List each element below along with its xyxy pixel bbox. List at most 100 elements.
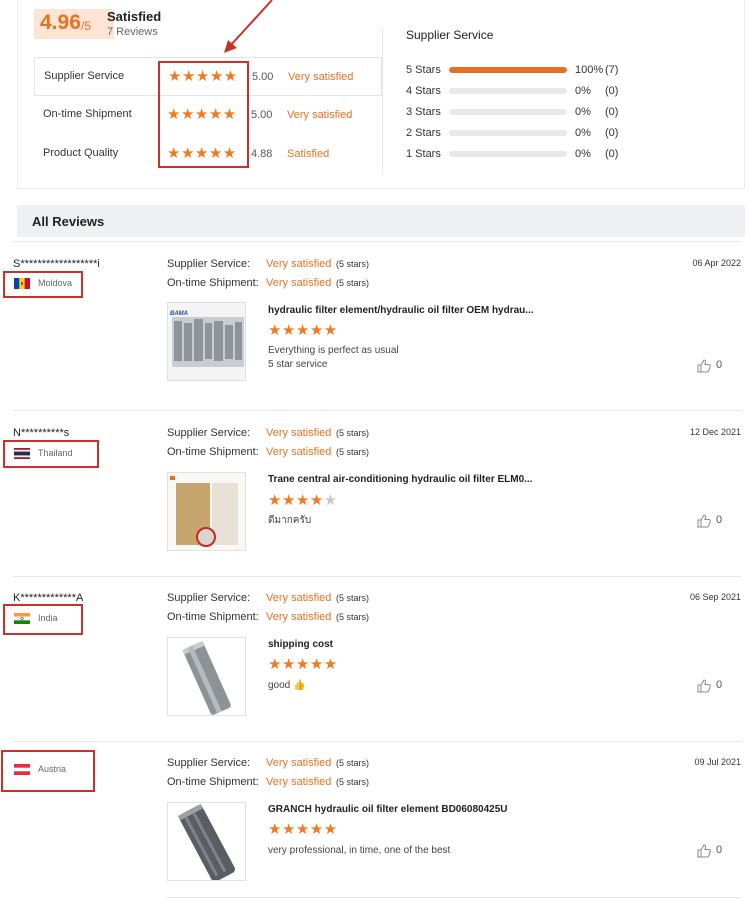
like-count: 0 — [716, 679, 723, 691]
supplier-service-value: Very satisfied — [266, 592, 332, 604]
all-reviews-title: All Reviews — [32, 214, 105, 229]
review-comment: ดีมากครับ — [268, 514, 311, 528]
filter-elements-image: BAMA — [168, 303, 245, 380]
breakdown-bar — [449, 67, 567, 73]
review-comment: very professional, in time, one of the b… — [268, 844, 450, 858]
review-comment: Everything is perfect as usual 5 star se… — [268, 344, 399, 372]
breakdown-percent: 0% — [575, 127, 591, 139]
rating-label: Supplier Service — [44, 70, 125, 82]
product-thumbnail[interactable] — [167, 802, 246, 881]
supplier-service-value: Very satisfied — [266, 427, 332, 439]
product-title[interactable]: Trane central air-conditioning hydraulic… — [268, 474, 533, 485]
cylinder-filter-image — [168, 638, 245, 715]
breakdown-title: Supplier Service — [406, 28, 494, 42]
like-button[interactable]: 0 — [697, 844, 722, 861]
review-divider — [13, 410, 741, 411]
rating-value: 5.00 — [251, 109, 273, 121]
annotation-box-country — [1, 750, 95, 792]
breakdown-count: (0) — [605, 127, 619, 139]
star-icon: ★★★★★ — [268, 322, 338, 339]
review-divider — [167, 897, 741, 898]
annotation-arrow — [224, 0, 273, 53]
star-breakdown: 5 Stars 100% (7) 4 Stars 0% (0) 3 Stars … — [406, 63, 666, 168]
review-date: 06 Apr 2022 — [692, 258, 741, 268]
breakdown-bar — [449, 109, 567, 115]
product-title[interactable]: hydraulic filter element/hydraulic oil f… — [268, 305, 534, 316]
breakdown-label: 2 Stars — [406, 127, 441, 139]
score-max: /5 — [81, 19, 92, 33]
review-item: K*************A India Supplier Service: … — [0, 576, 750, 741]
rating-text: Very satisfied — [288, 71, 354, 83]
thumbs-up-icon — [697, 679, 711, 693]
on-time-shipment-stars: (5 stars) — [336, 612, 370, 622]
on-time-shipment-value: Very satisfied — [266, 277, 332, 289]
satisfaction-label: Satisfied — [107, 9, 162, 24]
breakdown-row-2: 2 Stars 0% (0) — [406, 126, 666, 147]
pleated-filter-image — [168, 803, 245, 880]
review-item: N**********s Thailand Supplier Service: … — [0, 410, 750, 576]
rating-label: Product Quality — [43, 147, 119, 159]
supplier-service-stars: (5 stars) — [336, 259, 370, 269]
breakdown-percent: 0% — [575, 85, 591, 97]
supplier-service-stars: (5 stars) — [336, 593, 370, 603]
rating-summary: 4.96 /5 Satisfied 7 Reviews Supplier Ser… — [17, 0, 745, 189]
score-value: 4.96 — [40, 11, 81, 34]
supplier-service-label: Supplier Service: — [167, 592, 251, 604]
on-time-shipment-label: On-time Shipment: — [167, 611, 259, 623]
review-comment-line: good 👍 — [268, 680, 306, 691]
breakdown-bar — [449, 88, 567, 94]
review-divider — [13, 241, 741, 242]
breakdown-bar — [449, 130, 567, 136]
like-button[interactable]: 0 — [697, 514, 722, 531]
review-date: 12 Dec 2021 — [689, 427, 741, 437]
breakdown-count: (7) — [605, 64, 619, 76]
rating-text: Very satisfied — [287, 109, 353, 121]
review-count: 7 Reviews — [107, 26, 158, 38]
supplier-service-stars: (5 stars) — [336, 428, 370, 438]
star-icon: ★★★★★ — [268, 492, 338, 509]
score-badge: 4.96 /5 — [34, 9, 114, 39]
supplier-service-rating: Supplier Service: Very satisfied (5 star… — [167, 592, 369, 604]
breakdown-label: 1 Stars — [406, 148, 441, 160]
reviewer-name: S******************i — [13, 258, 100, 270]
thumbs-up-icon — [697, 359, 711, 373]
product-thumbnail[interactable] — [167, 637, 246, 716]
review-comment-line: 5 star service — [268, 359, 328, 370]
product-thumbnail[interactable] — [167, 472, 246, 551]
on-time-shipment-rating: On-time Shipment: Very satisfied (5 star… — [167, 277, 369, 289]
like-count: 0 — [716, 359, 723, 371]
product-title[interactable]: GRANCH hydraulic oil filter element BD06… — [268, 804, 508, 815]
breakdown-bar-fill — [449, 67, 567, 73]
supplier-service-label: Supplier Service: — [167, 258, 251, 270]
breakdown-row-5: 5 Stars 100% (7) — [406, 63, 666, 84]
on-time-shipment-value: Very satisfied — [266, 776, 332, 788]
on-time-shipment-label: On-time Shipment: — [167, 776, 259, 788]
rating-text: Satisfied — [287, 148, 330, 160]
review-divider — [13, 741, 741, 742]
breakdown-label: 4 Stars — [406, 85, 441, 97]
on-time-shipment-stars: (5 stars) — [336, 447, 370, 457]
supplier-service-label: Supplier Service: — [167, 427, 251, 439]
breakdown-label: 3 Stars — [406, 106, 441, 118]
annotation-box-country — [3, 440, 99, 468]
product-title[interactable]: shipping cost — [268, 639, 333, 650]
supplier-service-value: Very satisfied — [266, 258, 332, 270]
summary-divider — [382, 28, 383, 174]
like-count: 0 — [716, 844, 723, 856]
thumbs-up-icon — [697, 514, 711, 528]
star-icon: ★★★★★ — [268, 656, 338, 673]
review-comment-line: Everything is perfect as usual — [268, 345, 399, 356]
like-button[interactable]: 0 — [697, 359, 722, 376]
like-button[interactable]: 0 — [697, 679, 722, 696]
supplier-service-rating: Supplier Service: Very satisfied (5 star… — [167, 258, 369, 270]
on-time-shipment-label: On-time Shipment: — [167, 446, 259, 458]
supplier-service-label: Supplier Service: — [167, 757, 251, 769]
review-date: 09 Jul 2021 — [694, 757, 741, 767]
review-comment-line: very professional, in time, one of the b… — [268, 845, 451, 856]
svg-text:BAMA: BAMA — [170, 311, 188, 317]
reviewer-name: N**********s — [13, 427, 70, 439]
on-time-shipment-label: On-time Shipment: — [167, 277, 259, 289]
product-thumbnail[interactable]: BAMA — [167, 302, 246, 381]
supplier-service-stars: (5 stars) — [336, 758, 370, 768]
annotation-box-stars — [158, 61, 249, 168]
